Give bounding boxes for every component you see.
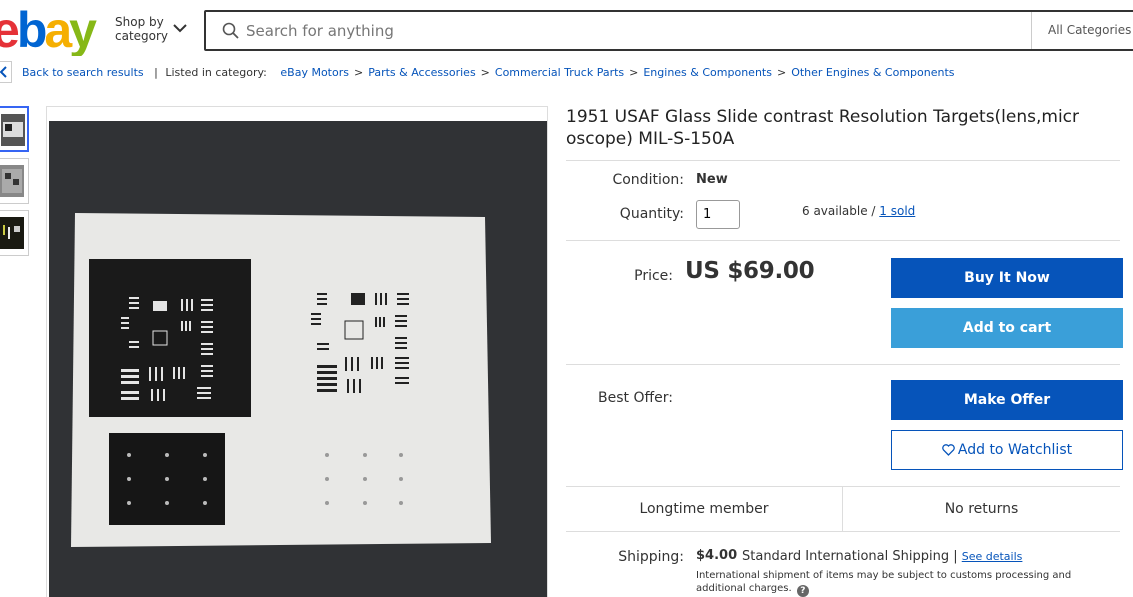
chevron-down-icon [173, 24, 187, 33]
breadcrumb: Back to search results | Listed in categ… [22, 66, 955, 79]
breadcrumb-sep: > [353, 66, 364, 79]
condition-label: Condition: [612, 172, 684, 188]
thumbnail-image [1, 114, 25, 146]
best-offer-label: Best Offer: [598, 390, 673, 406]
shipping-note: International shipment of items may be s… [696, 569, 1106, 597]
divider [566, 160, 1120, 161]
make-offer-button[interactable]: Make Offer [891, 380, 1123, 420]
back-to-search-link[interactable]: Back to search results [22, 66, 144, 79]
breadcrumb-parts-accessories[interactable]: Parts & Accessories [368, 66, 475, 79]
add-to-watchlist-button[interactable]: Add to Watchlist [891, 430, 1123, 470]
logo-letter-e: e [0, 4, 20, 56]
thumbnail-1[interactable] [0, 106, 29, 152]
longtime-member-badge: Longtime member [639, 501, 769, 517]
available-count: 6 available / [802, 204, 880, 218]
thumbnail-image [0, 217, 24, 249]
breadcrumb-sep: > [480, 66, 490, 79]
availability-text: 6 available / 1 sold [802, 204, 915, 218]
thumbnail-2[interactable] [0, 158, 29, 204]
ebay-logo[interactable]: ebay [0, 4, 104, 56]
category-select[interactable]: All Categories [1031, 12, 1133, 49]
quantity-label: Quantity: [619, 206, 684, 222]
shop-by-line1: Shop by [115, 15, 164, 29]
shipping-method-text: Standard International Shipping | [742, 549, 962, 564]
main-product-image[interactable] [46, 106, 548, 597]
divider [566, 364, 1120, 365]
sold-link[interactable]: 1 sold [879, 204, 915, 218]
logo-letter-b: b [16, 4, 47, 56]
price-value: US $69.00 [685, 258, 815, 284]
help-icon[interactable]: ? [796, 585, 809, 597]
breadcrumb-ebay-motors[interactable]: eBay Motors [280, 66, 349, 79]
back-button[interactable] [0, 61, 12, 83]
breadcrumb-divider: | [154, 66, 158, 79]
item-title: 1951 USAF Glass Slide contrast Resolutio… [566, 107, 1080, 149]
seller-badges: Longtime member No returns [566, 486, 1120, 532]
shop-by-category-button[interactable]: Shop by category [115, 15, 200, 47]
thumbnail-image [0, 165, 24, 197]
search-icon [222, 22, 239, 39]
watchlist-label: Add to Watchlist [957, 442, 1073, 458]
shipping-note-text: International shipment of items may be s… [696, 570, 1072, 594]
condition-value: New [696, 172, 728, 187]
chevron-left-icon [0, 66, 7, 78]
logo-letter-y: y [69, 4, 97, 56]
breadcrumb-sep: > [776, 66, 787, 79]
see-details-link[interactable]: See details [962, 550, 1023, 563]
divider [566, 240, 1120, 241]
breadcrumb-sep: > [629, 66, 639, 79]
search-bar: All Categories [204, 10, 1133, 51]
search-input[interactable] [246, 16, 1026, 46]
product-photo [49, 121, 547, 597]
shipping-price: $4.00 [696, 548, 738, 563]
shipping-label: Shipping: [618, 549, 684, 565]
shop-by-line2: category [115, 29, 169, 43]
add-to-cart-button[interactable]: Add to cart [891, 308, 1123, 348]
logo-letter-a: a [44, 4, 72, 56]
no-returns-badge: No returns [944, 501, 1019, 517]
breadcrumb-commercial-truck-parts[interactable]: Commercial Truck Parts [495, 66, 624, 79]
quantity-input[interactable] [696, 200, 740, 229]
price-label: Price: [634, 268, 673, 284]
heart-icon [942, 444, 955, 456]
breadcrumb-engines-components[interactable]: Engines & Components [643, 66, 772, 79]
buy-it-now-button[interactable]: Buy It Now [891, 258, 1123, 298]
listed-in-label: Listed in category: [165, 66, 267, 79]
thumbnail-3[interactable] [0, 210, 29, 256]
shipping-method: Standard International Shipping | See de… [742, 549, 1022, 564]
breadcrumb-other-engines-components[interactable]: Other Engines & Components [791, 66, 954, 79]
